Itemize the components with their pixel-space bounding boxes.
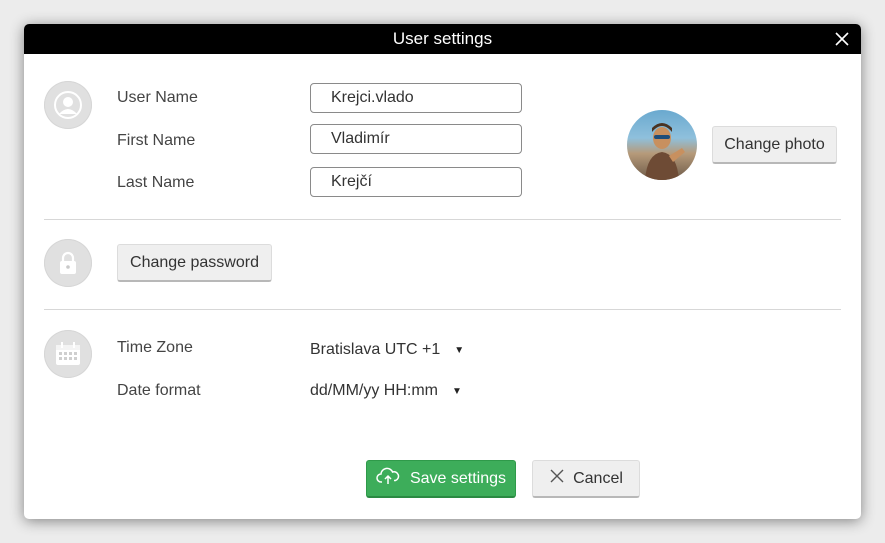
divider-1	[44, 219, 841, 220]
divider-2	[44, 309, 841, 310]
calendar-icon	[44, 330, 92, 378]
date-format-label: Date format	[117, 382, 201, 399]
date-format-value: dd/MM/yy HH:mm	[310, 382, 438, 399]
title-bar: User settings	[24, 24, 861, 54]
lock-icon	[44, 239, 92, 287]
first-name-label: First Name	[117, 132, 196, 149]
first-name-field[interactable]	[310, 124, 522, 154]
cloud-upload-icon	[376, 467, 400, 490]
last-name-field[interactable]	[310, 167, 522, 197]
time-zone-value: Bratislava UTC +1	[310, 341, 441, 358]
close-icon[interactable]	[833, 30, 851, 48]
user-name-input[interactable]	[311, 84, 521, 112]
user-settings-dialog: User settings User Name First Name Last …	[24, 24, 861, 519]
close-icon	[549, 468, 565, 489]
user-name-field[interactable]	[310, 83, 522, 113]
first-name-input[interactable]	[311, 125, 521, 153]
avatar	[627, 110, 697, 180]
change-photo-button[interactable]: Change photo	[712, 126, 837, 164]
save-settings-button[interactable]: Save settings	[366, 460, 516, 498]
time-zone-select[interactable]: Bratislava UTC +1 ▼	[310, 338, 464, 362]
time-zone-label: Time Zone	[117, 339, 193, 356]
save-settings-label: Save settings	[409, 469, 507, 487]
chevron-down-icon: ▼	[452, 385, 462, 397]
date-format-select[interactable]: dd/MM/yy HH:mm ▼	[310, 379, 462, 403]
cancel-label: Cancel	[573, 469, 623, 487]
user-icon	[44, 81, 92, 129]
change-password-button[interactable]: Change password	[117, 244, 272, 282]
user-name-label: User Name	[117, 89, 198, 106]
last-name-input[interactable]	[311, 168, 521, 196]
cancel-button[interactable]: Cancel	[532, 460, 640, 498]
dialog-title: User settings	[392, 29, 493, 48]
chevron-down-icon: ▼	[454, 344, 465, 356]
last-name-label: Last Name	[117, 174, 195, 191]
